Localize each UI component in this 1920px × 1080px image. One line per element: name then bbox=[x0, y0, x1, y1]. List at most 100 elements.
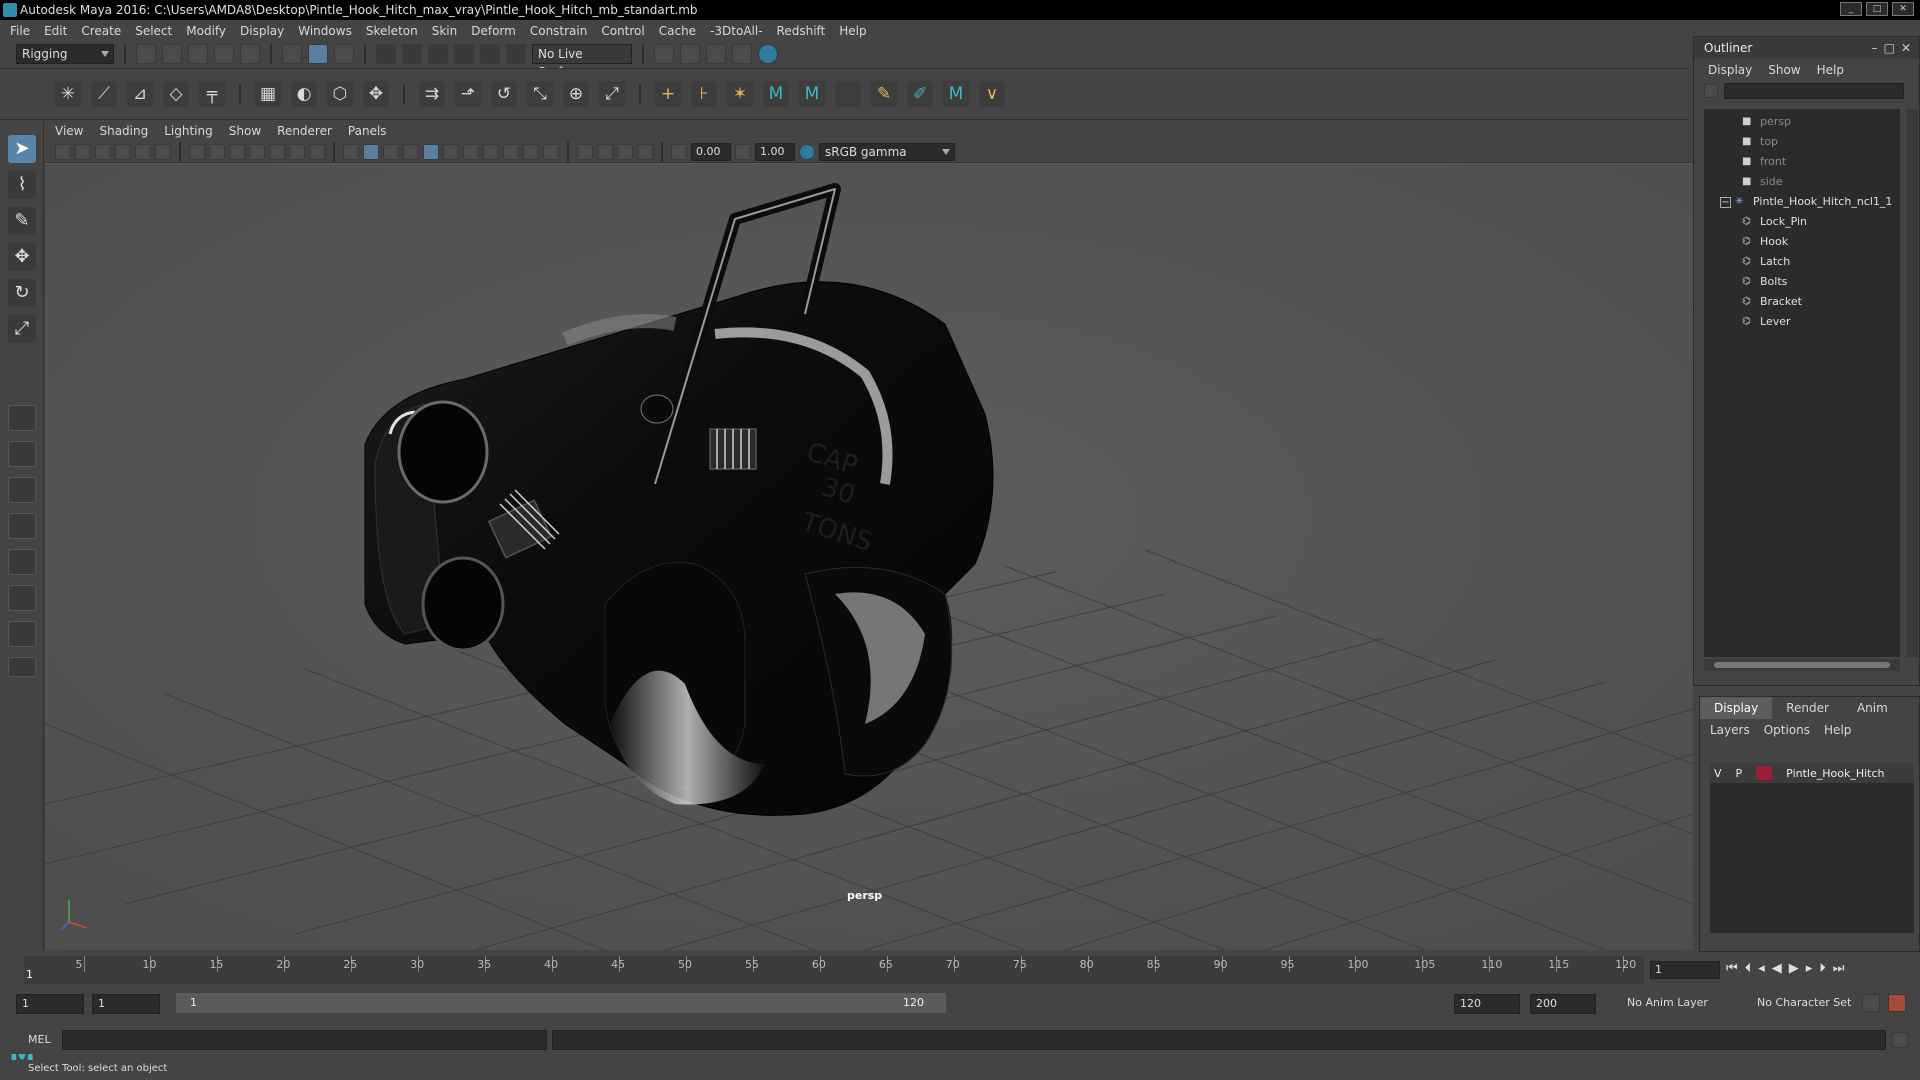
menu-windows[interactable]: Windows bbox=[298, 24, 352, 38]
maximize-button[interactable]: □ bbox=[1866, 2, 1888, 16]
outliner-search-input[interactable] bbox=[1724, 83, 1904, 99]
outliner-close-icon[interactable]: ✕ bbox=[1901, 41, 1911, 55]
menu-select[interactable]: Select bbox=[135, 24, 172, 38]
anim-start-field[interactable]: 1 bbox=[92, 994, 160, 1014]
go-to-end-icon[interactable]: ⏭ bbox=[1833, 961, 1845, 976]
snap-surface-icon[interactable] bbox=[480, 44, 500, 64]
redo-icon[interactable] bbox=[240, 44, 260, 64]
go-to-start-icon[interactable]: ⏮ bbox=[1726, 961, 1738, 976]
tree-item-front[interactable]: ■ front bbox=[1742, 153, 1786, 171]
scrollbar-thumb[interactable] bbox=[1714, 662, 1890, 668]
play-back-icon[interactable]: ◀ bbox=[1772, 961, 1782, 976]
tree-item-latch[interactable]: ⌬ Latch bbox=[1742, 253, 1790, 271]
undo-icon[interactable] bbox=[214, 44, 234, 64]
snap-grid-icon[interactable] bbox=[376, 44, 396, 64]
smooth-bind-icon[interactable]: ◐ bbox=[291, 81, 317, 107]
tree-item-persp[interactable]: ■ persp bbox=[1742, 113, 1791, 131]
animation-preferences-icon[interactable] bbox=[1888, 994, 1906, 1012]
xray-active-icon[interactable] bbox=[637, 143, 653, 160]
menu-redshift[interactable]: Redshift bbox=[777, 24, 826, 38]
time-ruler[interactable]: 1 5 10 15 20 25 30 35 40 45 50 55 60 65 70 75 80 85 90 95 1… bbox=[24, 956, 1644, 984]
pole-vector-icon[interactable]: ⤢ bbox=[599, 81, 625, 107]
tree-item-bracket[interactable]: ⌬ Bracket bbox=[1742, 293, 1802, 311]
viewport-menu-view[interactable]: View bbox=[55, 124, 83, 138]
viewport-menu-shading[interactable]: Shading bbox=[99, 124, 148, 138]
step-back-frame-icon[interactable]: ◂ bbox=[1758, 961, 1765, 976]
range-slider[interactable]: 1 120 bbox=[176, 993, 946, 1013]
open-scene-icon[interactable] bbox=[162, 44, 182, 64]
resolution-gate-icon[interactable] bbox=[229, 143, 245, 160]
outliner-menu-display[interactable]: Display bbox=[1708, 63, 1752, 77]
shadows-icon[interactable] bbox=[463, 143, 479, 160]
persp-outliner-layout-icon[interactable] bbox=[8, 549, 36, 575]
auto-key-icon[interactable] bbox=[1862, 994, 1880, 1012]
render-view-icon[interactable] bbox=[732, 44, 752, 64]
lattice-icon[interactable]: ⬡ bbox=[327, 81, 353, 107]
render-current-frame-icon[interactable] bbox=[680, 44, 700, 64]
paint-weights-icon[interactable]: ✎ bbox=[871, 81, 897, 107]
image-plane-icon[interactable] bbox=[115, 143, 131, 160]
character-set-dropdown[interactable]: No Character Set bbox=[1752, 994, 1868, 1014]
hik-skeleton-icon[interactable]: M bbox=[799, 81, 825, 107]
joint-locator-icon[interactable]: ⊦ bbox=[691, 81, 717, 107]
locator-icon[interactable]: + bbox=[655, 81, 681, 107]
close-button[interactable]: ✕ bbox=[1892, 2, 1914, 16]
viewport-menu-lighting[interactable]: Lighting bbox=[164, 124, 213, 138]
tree-item-side[interactable]: ■ side bbox=[1742, 173, 1783, 191]
ik-handle-icon[interactable]: ⟋ bbox=[91, 81, 117, 107]
layer-color-swatch[interactable] bbox=[1756, 766, 1773, 780]
outliner-maximize-icon[interactable]: □ bbox=[1884, 41, 1895, 55]
color-management-icon[interactable] bbox=[799, 143, 815, 160]
tab-display[interactable]: Display bbox=[1700, 697, 1773, 719]
menu-modify[interactable]: Modify bbox=[186, 24, 226, 38]
gamma-field[interactable]: 1.00 bbox=[755, 142, 795, 161]
xray-icon[interactable] bbox=[597, 143, 613, 160]
layout-more-icon[interactable] bbox=[8, 657, 36, 677]
grid-toggle-icon[interactable] bbox=[189, 143, 205, 160]
single-view-layout-icon[interactable] bbox=[8, 405, 36, 431]
wireframe-icon[interactable] bbox=[343, 143, 359, 160]
wireframe-on-shaded-icon[interactable] bbox=[403, 143, 419, 160]
hypershade-icon[interactable] bbox=[758, 44, 778, 64]
snap-curve-icon[interactable] bbox=[402, 44, 422, 64]
new-scene-icon[interactable] bbox=[136, 44, 156, 64]
minimize-button[interactable]: _ bbox=[1840, 2, 1862, 16]
outliner-layout-icon[interactable] bbox=[8, 585, 36, 611]
menu-constrain[interactable]: Constrain bbox=[530, 24, 588, 38]
skin-option-icon[interactable]: ∨ bbox=[979, 81, 1005, 107]
save-scene-icon[interactable] bbox=[188, 44, 208, 64]
camera-select-icon[interactable] bbox=[55, 143, 71, 160]
textured-icon[interactable] bbox=[423, 143, 439, 160]
menu-file[interactable]: File bbox=[10, 24, 30, 38]
view-transform-dropdown[interactable]: sRGB gamma bbox=[819, 142, 955, 161]
paint-tool-icon[interactable]: ✐ bbox=[907, 81, 933, 107]
layer-playback-toggle[interactable]: P bbox=[1736, 767, 1743, 780]
select-hierarchy-icon[interactable] bbox=[282, 44, 302, 64]
persp-graph-layout-icon[interactable] bbox=[8, 513, 36, 539]
bind-skin-icon[interactable]: ▦ bbox=[255, 81, 281, 107]
camera-attributes-icon[interactable] bbox=[75, 143, 91, 160]
tree-item-lever[interactable]: ⌬ Lever bbox=[1742, 313, 1791, 331]
film-gate-icon[interactable] bbox=[209, 143, 225, 160]
safe-action-icon[interactable] bbox=[289, 143, 305, 160]
grease-pencil-icon[interactable] bbox=[155, 143, 171, 160]
script-editor-icon[interactable] bbox=[1892, 1032, 1908, 1048]
outliner-menu-show[interactable]: Show bbox=[1768, 63, 1800, 77]
mel-label[interactable]: MEL bbox=[28, 1033, 51, 1046]
menu-set-dropdown[interactable]: Rigging bbox=[16, 44, 114, 64]
menu-deform[interactable]: Deform bbox=[471, 24, 516, 38]
anim-end-field[interactable]: 200 bbox=[1530, 994, 1596, 1014]
exposure-icon[interactable] bbox=[671, 143, 687, 160]
scale-constraint-icon[interactable]: ⤡ bbox=[527, 81, 553, 107]
select-object-icon[interactable] bbox=[308, 44, 328, 64]
tree-item-top[interactable]: ■ top bbox=[1742, 133, 1778, 151]
tree-item-bolts[interactable]: ⌬ Bolts bbox=[1742, 273, 1787, 291]
outliner-minimize-icon[interactable]: – bbox=[1872, 41, 1878, 55]
ik-spline-icon[interactable]: ⊿ bbox=[127, 81, 153, 107]
gate-mask-icon[interactable] bbox=[249, 143, 265, 160]
live-surface-field[interactable]: No Live Surface bbox=[532, 44, 632, 79]
hik-control-icon[interactable]: M bbox=[943, 81, 969, 107]
scale-tool-icon[interactable]: ⤢ bbox=[8, 315, 36, 343]
menu-skin[interactable]: Skin bbox=[432, 24, 458, 38]
orient-joint-icon[interactable]: ╤ bbox=[199, 81, 225, 107]
